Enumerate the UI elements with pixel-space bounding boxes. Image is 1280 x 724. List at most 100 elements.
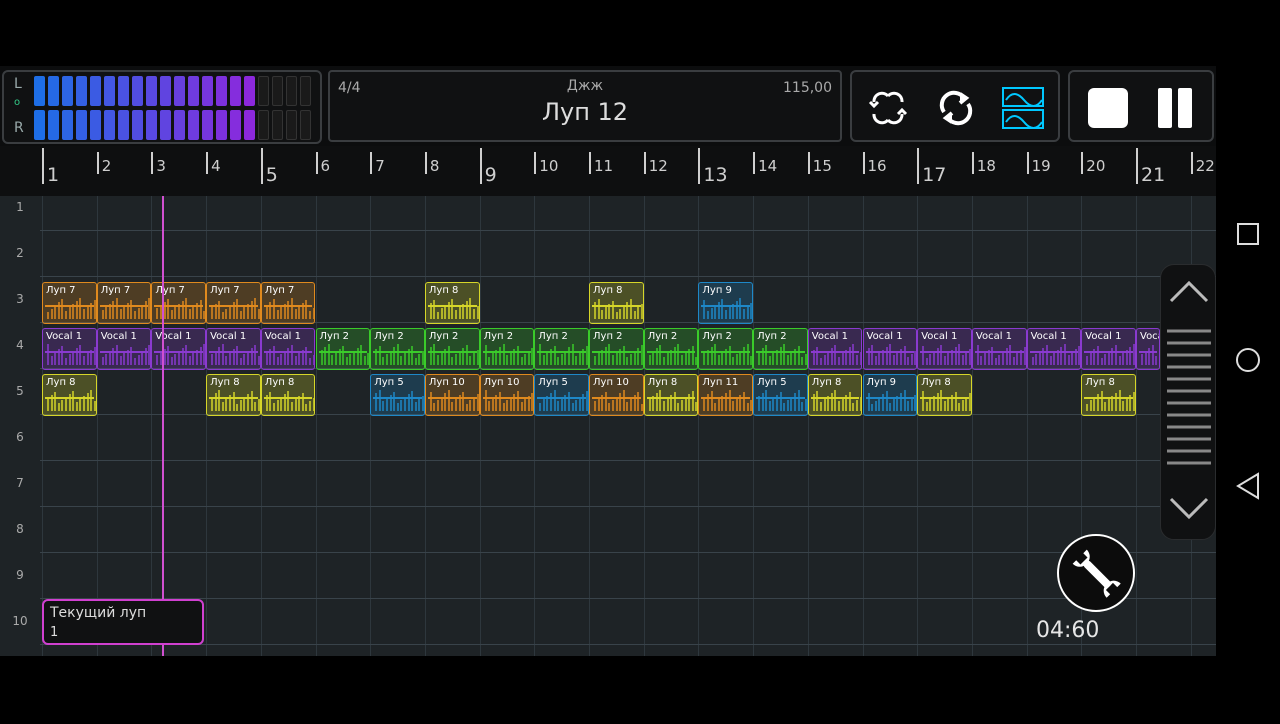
loop-clip[interactable]: Луп 10 [424,374,480,416]
clip-centerline [45,396,94,399]
loop-clip[interactable]: Луп 11 [698,374,754,416]
loop-clip[interactable]: Vocal 1 [96,328,152,370]
meter-segment [118,110,129,140]
clip-waveform [699,389,753,413]
clip-centerline [974,350,1024,353]
clip-centerline [810,350,860,353]
clip-centerline [209,304,258,307]
clip-name: Луп 8 [647,377,678,388]
meter-segment [286,110,297,140]
loop-clip[interactable]: Луп 8 [260,374,316,416]
track-number: 3 [16,292,24,306]
ruler-tick [753,152,756,174]
clip-name: Луп 8 [921,377,951,388]
waveform-icon[interactable] [1000,84,1048,132]
grid-vline [971,196,973,656]
loop-clip[interactable]: Луп 8 [589,282,644,324]
loop-clip[interactable]: Vocal 1 [42,328,97,370]
timeline-ruler[interactable]: 1 2 3 4 5 6 7 8 9 10 11 12 13 14 15 16 17 18 19 20 21 22 [0,146,1216,196]
loop-clip[interactable]: Vocal 1 [971,328,1027,370]
clip-centerline [701,350,751,353]
clip-centerline [263,350,313,353]
loop-clip[interactable]: Луп 2 [534,328,589,370]
grid-vline [424,196,426,656]
loop-clip[interactable]: Луп 2 [698,328,754,370]
loop-clip[interactable]: Vocal 1 [1081,328,1136,370]
loop-clip[interactable]: Луп 7 [96,282,152,324]
clip-name: Vocal 1 [921,331,958,342]
clip-waveform [43,389,96,413]
track-grid[interactable]: 1 2 3 4 5 6 7 8 9 10 Луп 7 Луп 7 Луп 7 Луп 7 Луп 7 Луп … [0,196,1216,656]
meter-segment [216,76,227,106]
loop-clip[interactable]: Луп 8 [42,374,97,416]
loop-clip[interactable]: Луп 2 [370,328,425,370]
repeat-icon[interactable] [932,84,980,132]
clip-waveform [481,389,534,413]
meter-segment [132,76,143,106]
loop-clip[interactable]: Луп 8 [807,374,863,416]
ruler-tick [42,148,44,184]
clip-waveform [1082,389,1135,413]
clip-centerline [537,396,586,399]
loop-clip[interactable]: Луп 2 [643,328,699,370]
loop-clip[interactable]: Луп 8 [424,282,480,324]
loop-clip[interactable]: Луп 2 [424,328,480,370]
loop-clip[interactable]: Луп 2 [479,328,535,370]
loop-clip[interactable]: Луп 8 [643,374,699,416]
loop-clip[interactable]: Vocal 1 [206,328,261,370]
clip-centerline [209,396,258,399]
loop-clip[interactable]: Луп 5 [534,374,589,416]
loop-clip[interactable]: Луп 5 [753,374,808,416]
loop-clip[interactable]: Луп 2 [753,328,808,370]
loop-clip[interactable]: Vocal 1 [917,328,972,370]
ruler-tick [260,148,263,184]
ruler-bar-label: 1 [47,164,60,186]
loop-clip[interactable]: Луп 8 [206,374,261,416]
loop-clip[interactable]: Vocal 1 [260,328,316,370]
loop-clip[interactable]: Луп 8 [917,374,972,416]
playhead[interactable] [162,196,165,656]
grid-vline [643,196,645,656]
shuffle-loops-icon[interactable] [864,84,912,132]
loop-clip[interactable]: Луп 7 [42,282,97,324]
loop-clip[interactable]: Луп 7 [206,282,261,324]
meter-segment [174,76,185,106]
loop-clip[interactable]: Vocal 1 [1026,328,1082,370]
meter-segment [90,110,101,140]
settings-wrench-button[interactable] [1057,534,1135,612]
loop-clip[interactable]: Луп 7 [151,282,207,324]
grid-hline [40,230,1216,231]
loop-clip[interactable]: Луп 9 [698,282,754,324]
loop-clip[interactable]: Луп 8 [1081,374,1136,416]
clip-centerline [646,396,696,399]
loop-clip[interactable]: Vocal 1 [862,328,918,370]
ruler-bar-label: 10 [539,157,559,175]
loop-clip[interactable]: Vocal 1 [807,328,863,370]
android-nav-bar [1216,0,1280,720]
clip-centerline [427,396,477,399]
vertical-scroll-control[interactable] [1160,264,1216,540]
loop-clip[interactable]: Луп 9 [862,374,918,416]
meter-segment [160,76,171,106]
clip-centerline [427,304,477,307]
loop-clip[interactable]: Луп 2 [315,328,371,370]
pause-icon[interactable] [1154,84,1202,132]
loop-clip[interactable]: Луп 7 [260,282,316,324]
clip-name: Vocal 1 [210,331,247,342]
ruler-bar-label: 5 [265,164,278,186]
stop-icon[interactable] [1084,84,1132,132]
clip-centerline [482,350,532,353]
loop-clip[interactable]: Vocal 1 [151,328,207,370]
clip-waveform [152,297,206,321]
loop-clip[interactable]: Луп 5 [370,374,425,416]
clip-centerline [920,396,969,399]
loop-clip[interactable]: Луп 2 [589,328,644,370]
ruler-tick [370,152,373,174]
loop-clip[interactable]: Луп 10 [479,374,535,416]
loop-clip[interactable]: Луп 10 [589,374,644,416]
ruler-tick [206,152,209,174]
song-info-panel[interactable]: 4/4 Джж 115,00 Луп 12 [328,70,842,142]
track-number: 1 [16,200,24,214]
loop-clip[interactable]: Vocal 1 [1136,328,1160,370]
clip-centerline [45,304,94,307]
